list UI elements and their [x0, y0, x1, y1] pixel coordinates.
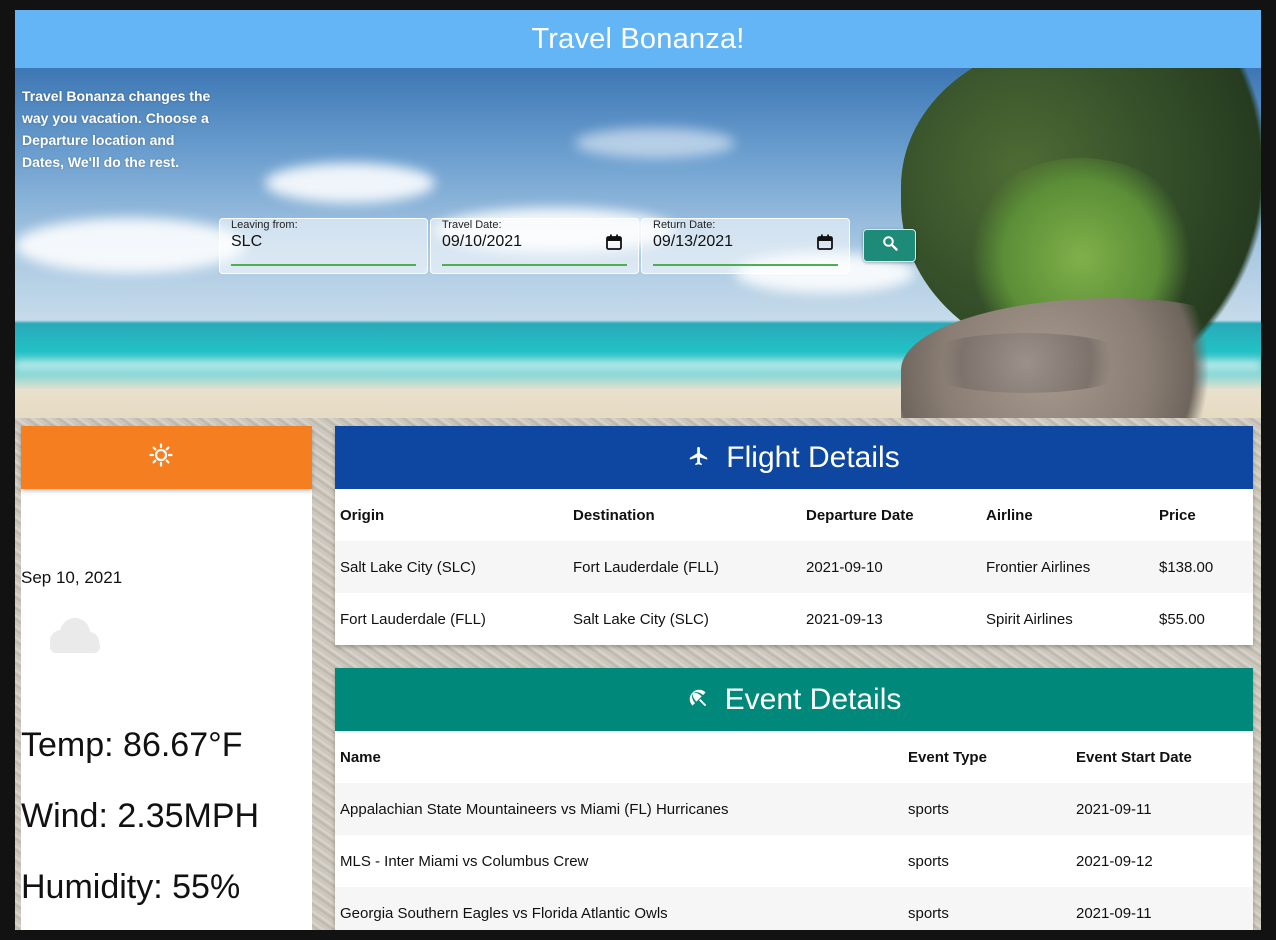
table-cell: sports — [908, 904, 949, 922]
column-header: Airline — [986, 506, 1033, 524]
table-cell: MLS - Inter Miami vs Columbus Crew — [340, 852, 589, 870]
table-cell: 2021-09-12 — [1076, 852, 1153, 870]
table-row: MLS - Inter Miami vs Columbus Crew sport… — [335, 835, 1253, 887]
flight-details-title: Flight Details — [726, 440, 900, 474]
hero-rocks — [911, 333, 1141, 393]
sun-icon — [148, 443, 173, 472]
table-cell: Frontier Airlines — [986, 558, 1091, 576]
input-underline — [442, 264, 627, 266]
table-cell: 2021-09-11 — [1076, 904, 1152, 922]
column-header: Origin — [340, 506, 385, 524]
weather-date: Sep 10, 2021 — [21, 568, 123, 587]
event-details-card: Event Details Name Event Type Event Star… — [335, 668, 1253, 930]
table-row: Fort Lauderdale (FLL) Salt Lake City (SL… — [335, 593, 1253, 645]
return-date-field[interactable]: Return Date: 09/13/2021 — [641, 218, 850, 274]
event-details-title: Event Details — [724, 682, 902, 716]
table-cell: 2021-09-10 — [806, 558, 883, 576]
column-header: Name — [340, 748, 381, 766]
search-button[interactable] — [863, 229, 916, 262]
table-cell: Salt Lake City (SLC) — [573, 610, 709, 628]
column-header: Event Start Date — [1076, 748, 1192, 766]
weather-temp: Temp: 86.67°F — [21, 726, 243, 764]
table-cell: $138.00 — [1159, 558, 1214, 576]
flight-details-header: Flight Details — [335, 426, 1253, 489]
hero-cloud — [575, 128, 735, 158]
weather-card: Sep 10, 2021 Temp: 86.67°F Wind: 2.35MPH… — [21, 426, 312, 930]
event-table: Name Event Type Event Start Date Appalac… — [335, 731, 1253, 930]
hero-cloud — [265, 163, 435, 203]
calendar-icon[interactable] — [817, 234, 833, 255]
table-cell: Appalachian State Mountaineers vs Miami … — [340, 800, 729, 818]
results-area: Sep 10, 2021 Temp: 86.67°F Wind: 2.35MPH… — [15, 418, 1261, 930]
airplane-icon — [688, 441, 726, 475]
hero-banner: Travel Bonanza changes the way you vacat… — [15, 68, 1261, 418]
leaving-from-input[interactable]: SLC — [231, 233, 262, 251]
column-header: Price — [1159, 506, 1196, 524]
column-header: Event Type — [908, 748, 987, 766]
flight-details-card: Flight Details Origin Destination Depart… — [335, 426, 1253, 645]
weather-wind: Wind: 2.35MPH — [21, 797, 260, 835]
return-date-label: Return Date: — [653, 219, 716, 231]
table-cell: 2021-09-11 — [1076, 800, 1152, 818]
table-row: Appalachian State Mountaineers vs Miami … — [335, 783, 1253, 835]
search-icon — [882, 235, 898, 256]
column-header: Departure Date — [806, 506, 914, 524]
event-details-header: Event Details — [335, 668, 1253, 731]
intro-text: Travel Bonanza changes the way you vacat… — [22, 88, 211, 170]
table-cell: sports — [908, 852, 949, 870]
table-cell: Fort Lauderdale (FLL) — [573, 558, 719, 576]
flight-table: Origin Destination Departure Date Airlin… — [335, 489, 1253, 645]
beach-umbrella-icon — [687, 683, 725, 717]
return-date-input[interactable]: 09/13/2021 — [653, 233, 733, 251]
column-header: Destination — [573, 506, 655, 524]
app-title: Travel Bonanza! — [531, 22, 745, 55]
app-frame: Travel Bonanza! Travel Bonanza changes t… — [15, 10, 1261, 930]
input-underline — [231, 264, 416, 266]
weather-header — [21, 426, 312, 489]
app-header: Travel Bonanza! — [15, 10, 1261, 68]
table-cell: Spirit Airlines — [986, 610, 1073, 628]
input-underline — [653, 264, 838, 266]
travel-date-input[interactable]: 09/10/2021 — [442, 233, 522, 251]
table-cell: Salt Lake City (SLC) — [340, 558, 476, 576]
table-cell: Fort Lauderdale (FLL) — [340, 610, 486, 628]
table-row: Georgia Southern Eagles vs Florida Atlan… — [335, 887, 1253, 930]
travel-date-label: Travel Date: — [442, 219, 502, 231]
table-cell: sports — [908, 800, 949, 818]
leaving-from-field[interactable]: Leaving from: SLC — [219, 218, 428, 274]
table-cell: $55.00 — [1159, 610, 1205, 628]
hero-cloud — [15, 218, 245, 273]
weather-humidity: Humidity: 55% — [21, 868, 241, 906]
table-row: Salt Lake City (SLC) Fort Lauderdale (FL… — [335, 541, 1253, 593]
table-cell: 2021-09-13 — [806, 610, 883, 628]
travel-date-field[interactable]: Travel Date: 09/10/2021 — [430, 218, 639, 274]
calendar-icon[interactable] — [606, 234, 622, 255]
cloud-icon — [41, 616, 103, 661]
table-cell: Georgia Southern Eagles vs Florida Atlan… — [340, 904, 668, 922]
leaving-from-label: Leaving from: — [231, 219, 298, 231]
